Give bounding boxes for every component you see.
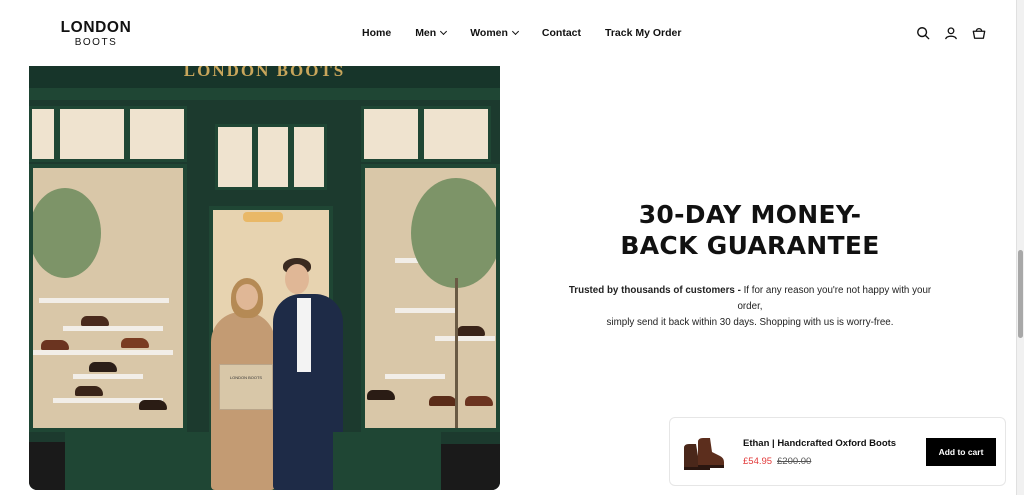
guarantee-body: Trusted by thousands of customers - If f… <box>560 283 940 331</box>
header-icons <box>916 26 986 40</box>
shopping-bag: LONDON BOOTS <box>219 364 273 410</box>
plant-pot <box>29 442 65 490</box>
shelf <box>33 350 173 355</box>
boot-display <box>89 362 117 372</box>
boot-display <box>429 396 457 406</box>
shelf <box>39 298 169 303</box>
boot-display <box>41 340 69 350</box>
transom-window <box>57 106 127 162</box>
site-header: LONDON BOOTS Home Men Women Contact Trac… <box>0 0 1016 66</box>
nav-men-label: Men <box>415 27 437 39</box>
right-display-window <box>361 164 500 432</box>
guarantee-body-line1: Trusted by thousands of customers - If f… <box>560 283 940 315</box>
search-icon[interactable] <box>916 26 930 40</box>
store-sign: LONDON BOOTS <box>29 66 500 88</box>
site-logo[interactable]: LONDON BOOTS <box>56 20 136 48</box>
left-display-window <box>29 164 187 432</box>
boot-display <box>367 390 395 400</box>
shelf <box>73 374 143 379</box>
guarantee-title-line2: BACK GUARANTEE <box>620 231 880 260</box>
transom-window <box>361 106 421 162</box>
shelf <box>395 308 455 313</box>
scrollbar-thumb[interactable] <box>1018 250 1023 338</box>
transom-window <box>29 106 57 162</box>
add-to-cart-button[interactable]: Add to cart <box>926 438 996 466</box>
transom-window <box>127 106 187 162</box>
nav-track-order[interactable]: Track My Order <box>605 27 681 39</box>
sale-price: £54.95 <box>743 456 773 467</box>
main-nav: Home Men Women Contact Track My Order <box>362 27 681 39</box>
logo-main-text: LONDON <box>60 19 132 36</box>
nav-women[interactable]: Women <box>470 27 519 39</box>
guarantee-body-line2: simply send it back within 30 days. Shop… <box>606 317 894 328</box>
compare-price: £200.00 <box>777 456 812 467</box>
guarantee-body-line1-rest: If for any reason you're not happy with … <box>737 285 932 312</box>
boot-display <box>81 316 109 326</box>
ceiling-lamp <box>243 212 283 222</box>
shelf <box>435 336 495 341</box>
account-icon[interactable] <box>944 26 958 40</box>
boot-display <box>121 338 149 348</box>
guarantee-title-line1: 30-DAY MONEY- <box>638 200 862 229</box>
boot-display <box>465 396 493 406</box>
boot-display <box>457 326 485 336</box>
store-base <box>65 432 209 490</box>
olive-tree <box>33 188 101 278</box>
nav-home[interactable]: Home <box>362 27 391 39</box>
plant-pot <box>441 444 500 490</box>
shelf <box>385 374 445 379</box>
logo-sub-text: BOOTS <box>74 36 118 48</box>
man-face <box>285 264 309 294</box>
cart-icon[interactable] <box>972 26 986 40</box>
nav-home-label: Home <box>362 27 392 39</box>
boot-display <box>75 386 103 396</box>
nav-contact-label: Contact <box>541 27 582 39</box>
boot-display <box>139 400 167 410</box>
transom-window <box>421 106 491 162</box>
nav-track-order-label: Track My Order <box>605 27 682 39</box>
chevron-down-icon <box>440 27 448 36</box>
storefront-image: LONDON BOOTS LONDON BOOTS <box>29 66 500 490</box>
nav-contact[interactable]: Contact <box>542 27 581 39</box>
guarantee-section: 30-DAY MONEY- BACK GUARANTEE Trusted by … <box>560 199 940 331</box>
sticky-add-to-cart: Ethan | Handcrafted Oxford Boots £54.95 … <box>669 417 1006 486</box>
man-shirt <box>297 298 311 372</box>
guarantee-title: 30-DAY MONEY- BACK GUARANTEE <box>560 199 940 261</box>
nav-women-label: Women <box>470 27 508 39</box>
product-thumbnail[interactable] <box>680 434 728 472</box>
page-scrollbar[interactable] <box>1016 0 1024 495</box>
product-title[interactable]: Ethan | Handcrafted Oxford Boots <box>743 438 896 449</box>
nav-men[interactable]: Men <box>415 27 448 39</box>
olive-tree-trunk <box>455 278 458 428</box>
guarantee-body-bold: Trusted by thousands of customers - <box>568 285 741 296</box>
shelf <box>63 326 163 331</box>
chevron-down-icon <box>511 27 519 36</box>
transom-window <box>255 124 291 190</box>
transom-window <box>215 124 255 190</box>
olive-tree <box>411 178 496 288</box>
store-base <box>333 432 441 490</box>
store-frame-band <box>29 88 500 100</box>
transom-window <box>291 124 327 190</box>
woman-face <box>236 284 258 310</box>
